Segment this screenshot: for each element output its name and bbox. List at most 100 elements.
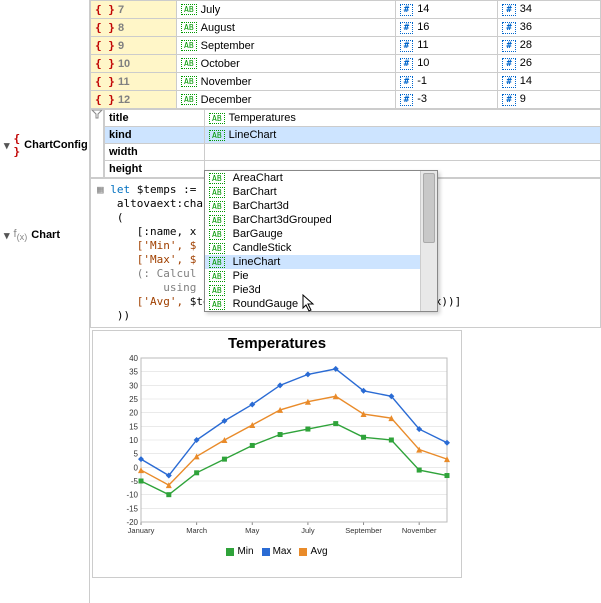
config-row-width[interactable]: width [105,144,601,161]
svg-text:15: 15 [129,422,138,431]
max-cell[interactable]: #34 [498,1,601,19]
min-cell[interactable]: #16 [395,19,498,37]
table-row[interactable]: { } 12ABDecember#-3#9 [91,91,601,109]
legend-item: Max [262,546,292,557]
string-type-icon: AB [209,215,225,226]
number-type-icon: # [502,76,515,88]
svg-text:10: 10 [129,436,138,445]
svg-text:35: 35 [129,368,138,377]
tree-column: ▾ { } ChartConfig ▾ f(x) Chart [0,0,90,603]
table-row[interactable]: { } 7ABJuly#14#34 [91,1,601,19]
row-index-cell: { } 12 [91,91,177,109]
min-cell[interactable]: #14 [395,1,498,19]
filter-button[interactable] [90,109,104,178]
svg-text:-5: -5 [131,477,139,486]
month-cell[interactable]: ABSeptember [177,37,396,55]
string-type-icon: AB [181,40,197,51]
tree-chartconfig[interactable]: ▾ { } ChartConfig [0,130,89,160]
string-type-icon: AB [209,201,225,212]
month-cell[interactable]: ABDecember [177,91,396,109]
svg-text:0: 0 [134,463,139,472]
dropdown-item[interactable]: ABBarChart [205,185,420,199]
string-type-icon: AB [181,94,197,105]
collapse-icon[interactable]: ▾ [4,139,10,152]
min-cell[interactable]: #-3 [395,91,498,109]
string-type-icon: AB [209,257,225,268]
data-table: { } 7ABJuly#14#34{ } 8ABAugust#16#36{ } … [90,0,601,109]
svg-text:40: 40 [129,354,138,363]
row-index-cell: { } 9 [91,37,177,55]
number-type-icon: # [502,22,515,34]
row-index-cell: { } 11 [91,73,177,91]
table-row[interactable]: { } 11ABNovember#-1#14 [91,73,601,91]
number-type-icon: # [400,94,413,106]
svg-text:20: 20 [129,409,138,418]
month-cell[interactable]: ABAugust [177,19,396,37]
table-row[interactable]: { } 10ABOctober#10#26 [91,55,601,73]
svg-text:-15: -15 [126,504,138,513]
legend-item: Min [226,546,253,557]
month-cell[interactable]: ABJuly [177,1,396,19]
table-row[interactable]: { } 9ABSeptember#11#28 [91,37,601,55]
row-index-cell: { } 7 [91,1,177,19]
month-cell[interactable]: ABNovember [177,73,396,91]
row-index-cell: { } 10 [91,55,177,73]
code-icon: ▦ [97,183,104,196]
config-row-kind[interactable]: kind ABLineChart [105,127,601,144]
dropdown-item[interactable]: ABAreaChart [205,171,420,185]
string-type-icon: AB [181,22,197,33]
min-cell[interactable]: #11 [395,37,498,55]
number-type-icon: # [400,76,413,88]
tree-chart[interactable]: ▾ f(x) Chart [0,226,89,244]
number-type-icon: # [502,40,515,52]
svg-text:July: July [301,526,315,535]
number-type-icon: # [400,40,413,52]
dropdown-item[interactable]: ABBarChart3dGrouped [205,213,420,227]
kind-dropdown[interactable]: ABAreaChartABBarChartABBarChart3dABBarCh… [204,170,438,312]
svg-text:25: 25 [129,395,138,404]
string-type-icon: AB [209,243,225,254]
max-cell[interactable]: #9 [498,91,601,109]
chart-preview: Temperatures -20-15-10-50510152025303540… [92,330,462,578]
string-type-icon: AB [209,299,225,310]
collapse-icon[interactable]: ▾ [4,229,10,242]
number-type-icon: # [400,4,413,16]
chart-svg: -20-15-10-50510152025303540JanuaryMarchM… [113,354,453,544]
min-cell[interactable]: #-1 [395,73,498,91]
config-row-title[interactable]: title ABTemperatures [105,110,601,127]
month-cell[interactable]: ABOctober [177,55,396,73]
max-cell[interactable]: #14 [498,73,601,91]
dropdown-item[interactable]: ABLineChart [205,255,420,269]
dropdown-item[interactable]: ABPie [205,269,420,283]
max-cell[interactable]: #26 [498,55,601,73]
filter-icon [91,109,103,119]
chart-plot: -20-15-10-50510152025303540JanuaryMarchM… [113,354,453,544]
number-type-icon: # [400,22,413,34]
chart-legend: MinMaxAvg [99,546,455,559]
max-cell[interactable]: #36 [498,19,601,37]
max-cell[interactable]: #28 [498,37,601,55]
dropdown-item[interactable]: ABPie3d [205,283,420,297]
number-type-icon: # [502,58,515,70]
config-table: title ABTemperatures kind ABLineChart wi… [104,109,601,178]
string-type-icon: AB [181,58,197,69]
svg-text:March: March [186,526,207,535]
svg-text:30: 30 [129,381,138,390]
dropdown-item[interactable]: ABBarGauge [205,227,420,241]
dropdown-item[interactable]: ABBarChart3d [205,199,420,213]
dropdown-item[interactable]: ABCandleStick [205,241,420,255]
svg-text:5: 5 [134,450,139,459]
number-type-icon: # [400,58,413,70]
string-type-icon: AB [181,4,197,15]
string-type-icon: AB [209,113,225,124]
object-icon: { } [14,132,21,158]
table-row[interactable]: { } 8ABAugust#16#36 [91,19,601,37]
dropdown-item[interactable]: ABRoundGauge [205,297,420,311]
svg-text:-10: -10 [126,491,138,500]
fx-icon: f(x) [14,228,28,242]
min-cell[interactable]: #10 [395,55,498,73]
svg-text:January: January [128,526,155,535]
dropdown-scrollbar[interactable] [420,171,437,311]
scrollbar-thumb[interactable] [423,173,435,243]
svg-text:September: September [345,526,382,535]
